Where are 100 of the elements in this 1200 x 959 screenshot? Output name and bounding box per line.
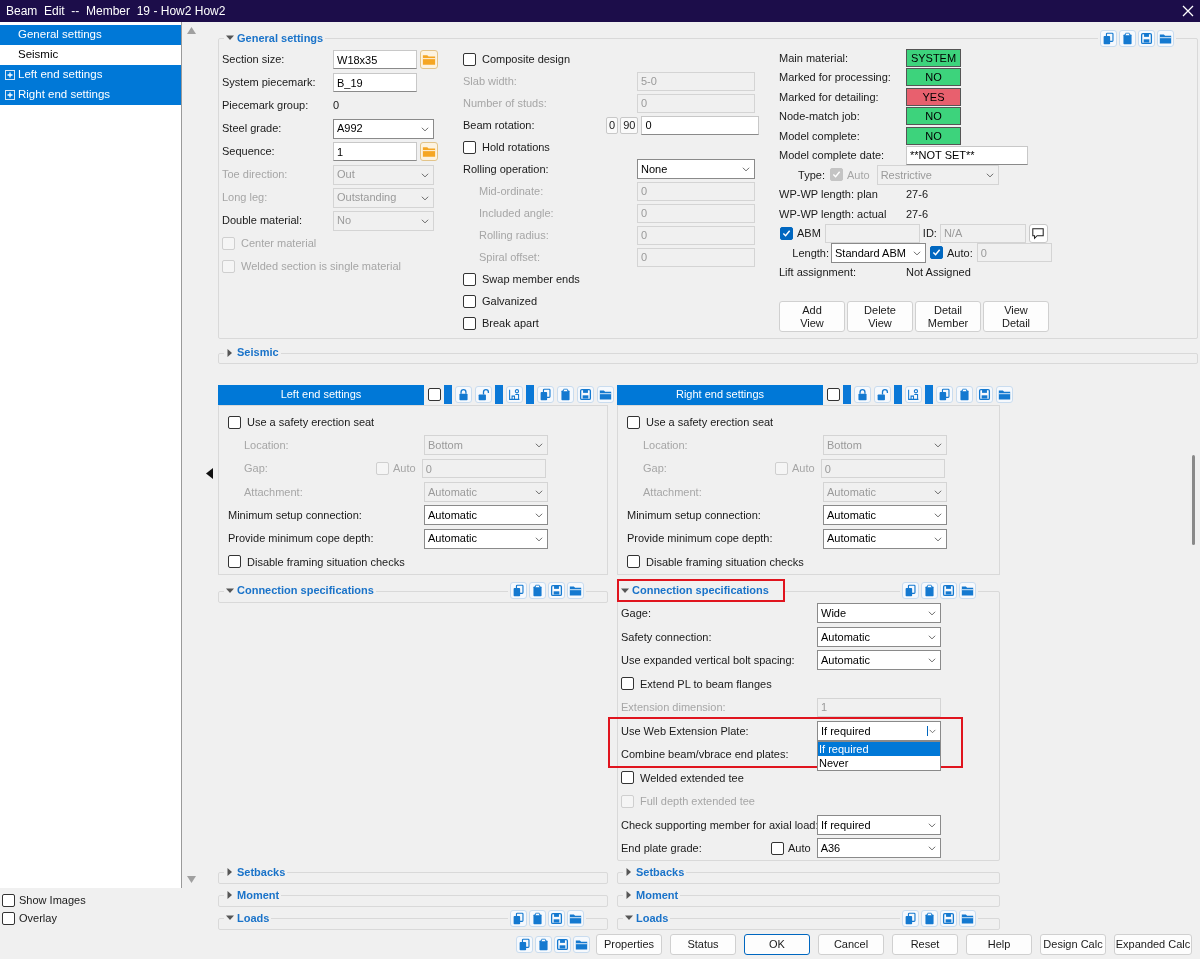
unlock-icon[interactable]: [874, 386, 891, 403]
checkbox[interactable]: [463, 272, 476, 286]
folder-icon[interactable]: [597, 386, 614, 403]
save-icon[interactable]: [548, 909, 565, 927]
clipboard-icon[interactable]: [956, 386, 973, 403]
text-field[interactable]: **NOT SET**: [906, 145, 1028, 165]
dropdown[interactable]: A36: [816, 838, 941, 859]
folder-icon[interactable]: [996, 386, 1013, 403]
copy-icon[interactable]: [902, 909, 919, 927]
save-icon[interactable]: [1138, 29, 1155, 47]
collapse-arrow-icon[interactable]: [205, 468, 213, 479]
status-badge[interactable]: NO: [906, 126, 961, 145]
save-icon[interactable]: [940, 582, 957, 599]
dropdown[interactable]: A992: [333, 118, 434, 139]
checkbox[interactable]: [428, 388, 441, 401]
folder-icon[interactable]: [567, 582, 584, 599]
copy-icon[interactable]: [537, 386, 554, 403]
expand-icon[interactable]: [5, 70, 15, 80]
close-icon[interactable]: [1182, 5, 1194, 17]
save-icon[interactable]: [940, 909, 957, 927]
text-field[interactable]: B_19: [333, 73, 417, 92]
folder-icon[interactable]: [1157, 29, 1174, 47]
dropdown[interactable]: Automatic: [823, 505, 947, 526]
dropdown[interactable]: Automatic: [424, 528, 548, 549]
tree-item[interactable]: Left end settings: [0, 65, 181, 85]
copy-icon[interactable]: [510, 582, 527, 599]
action-button[interactable]: View Detail: [983, 301, 1049, 332]
dropdown[interactable]: Automatic: [817, 650, 941, 671]
dropdown[interactable]: If required: [817, 720, 941, 741]
copy-icon[interactable]: [516, 936, 533, 953]
folder-icon[interactable]: [573, 936, 590, 953]
dialog-button[interactable]: Reset: [892, 934, 958, 955]
dialog-button[interactable]: Status: [670, 934, 736, 955]
save-icon[interactable]: [548, 582, 565, 599]
comment-icon[interactable]: [1028, 223, 1048, 243]
checkbox[interactable]: [771, 841, 784, 855]
text-field[interactable]: W18x35: [333, 50, 417, 69]
checkbox[interactable]: [463, 294, 476, 308]
figure-icon[interactable]: [506, 386, 523, 403]
status-badge[interactable]: NO: [906, 68, 961, 87]
dialog-button[interactable]: Help: [966, 934, 1032, 955]
preset-button[interactable]: 0: [606, 116, 619, 134]
checkbox[interactable]: [621, 771, 634, 785]
folder-icon[interactable]: [959, 582, 976, 599]
dropdown[interactable]: If required: [817, 814, 941, 835]
status-badge[interactable]: SYSTEM: [906, 48, 961, 67]
action-button[interactable]: Delete View: [847, 301, 913, 332]
checkbox[interactable]: [228, 415, 241, 429]
clipboard-icon[interactable]: [557, 386, 574, 403]
copy-icon[interactable]: [510, 909, 527, 927]
dropdown-option[interactable]: Never: [818, 755, 940, 770]
save-icon[interactable]: [577, 386, 594, 403]
lock-icon[interactable]: [455, 386, 472, 403]
copy-icon[interactable]: [902, 582, 919, 599]
text-field[interactable]: 0: [641, 115, 760, 135]
dialog-button[interactable]: Properties: [596, 934, 662, 955]
checkbox[interactable]: [2, 911, 15, 925]
checkbox[interactable]: [463, 52, 476, 66]
dialog-button[interactable]: Design Calc: [1040, 934, 1106, 955]
preset-button[interactable]: 90: [620, 116, 639, 134]
checkbox[interactable]: [621, 677, 634, 691]
folder-icon[interactable]: [959, 909, 976, 927]
status-badge[interactable]: YES: [906, 87, 961, 106]
dialog-button[interactable]: OK: [744, 934, 810, 955]
clipboard-icon[interactable]: [535, 936, 552, 953]
text-field[interactable]: 1: [333, 142, 417, 161]
clipboard-icon[interactable]: [529, 909, 546, 927]
dropdown[interactable]: Automatic: [823, 528, 947, 549]
tree-item[interactable]: Seismic: [0, 45, 181, 65]
checkbox[interactable]: [827, 388, 840, 401]
clipboard-icon[interactable]: [1119, 29, 1136, 47]
checkbox[interactable]: [627, 555, 640, 569]
checkbox[interactable]: [463, 316, 476, 330]
checkbox[interactable]: [930, 246, 943, 260]
checkbox[interactable]: [2, 893, 15, 907]
figure-icon[interactable]: [905, 386, 922, 403]
copy-icon[interactable]: [1100, 29, 1117, 47]
clipboard-icon[interactable]: [529, 582, 546, 599]
dropdown[interactable]: Standard ABM: [831, 242, 926, 263]
folder-icon[interactable]: [567, 909, 584, 927]
scroll-down-icon[interactable]: [186, 876, 196, 883]
lock-icon[interactable]: [854, 386, 871, 403]
section-header[interactable]: Connection specifications: [619, 581, 771, 600]
scrollbar-thumb[interactable]: [1192, 455, 1195, 545]
checkbox[interactable]: [627, 415, 640, 429]
action-button[interactable]: Add View: [779, 301, 845, 332]
dropdown[interactable]: Automatic: [817, 626, 941, 647]
copy-icon[interactable]: [936, 386, 953, 403]
checkbox[interactable]: [228, 555, 241, 569]
tree-item[interactable]: Right end settings: [0, 85, 181, 105]
expand-icon[interactable]: [5, 90, 15, 100]
status-badge[interactable]: NO: [906, 107, 961, 126]
dialog-button[interactable]: Cancel: [818, 934, 884, 955]
clipboard-icon[interactable]: [921, 909, 938, 927]
clipboard-icon[interactable]: [921, 582, 938, 599]
checkbox[interactable]: [463, 140, 476, 154]
dropdown[interactable]: Wide: [817, 603, 941, 624]
action-button[interactable]: Detail Member: [915, 301, 981, 332]
dropdown[interactable]: Automatic: [424, 505, 548, 526]
save-icon[interactable]: [976, 386, 993, 403]
